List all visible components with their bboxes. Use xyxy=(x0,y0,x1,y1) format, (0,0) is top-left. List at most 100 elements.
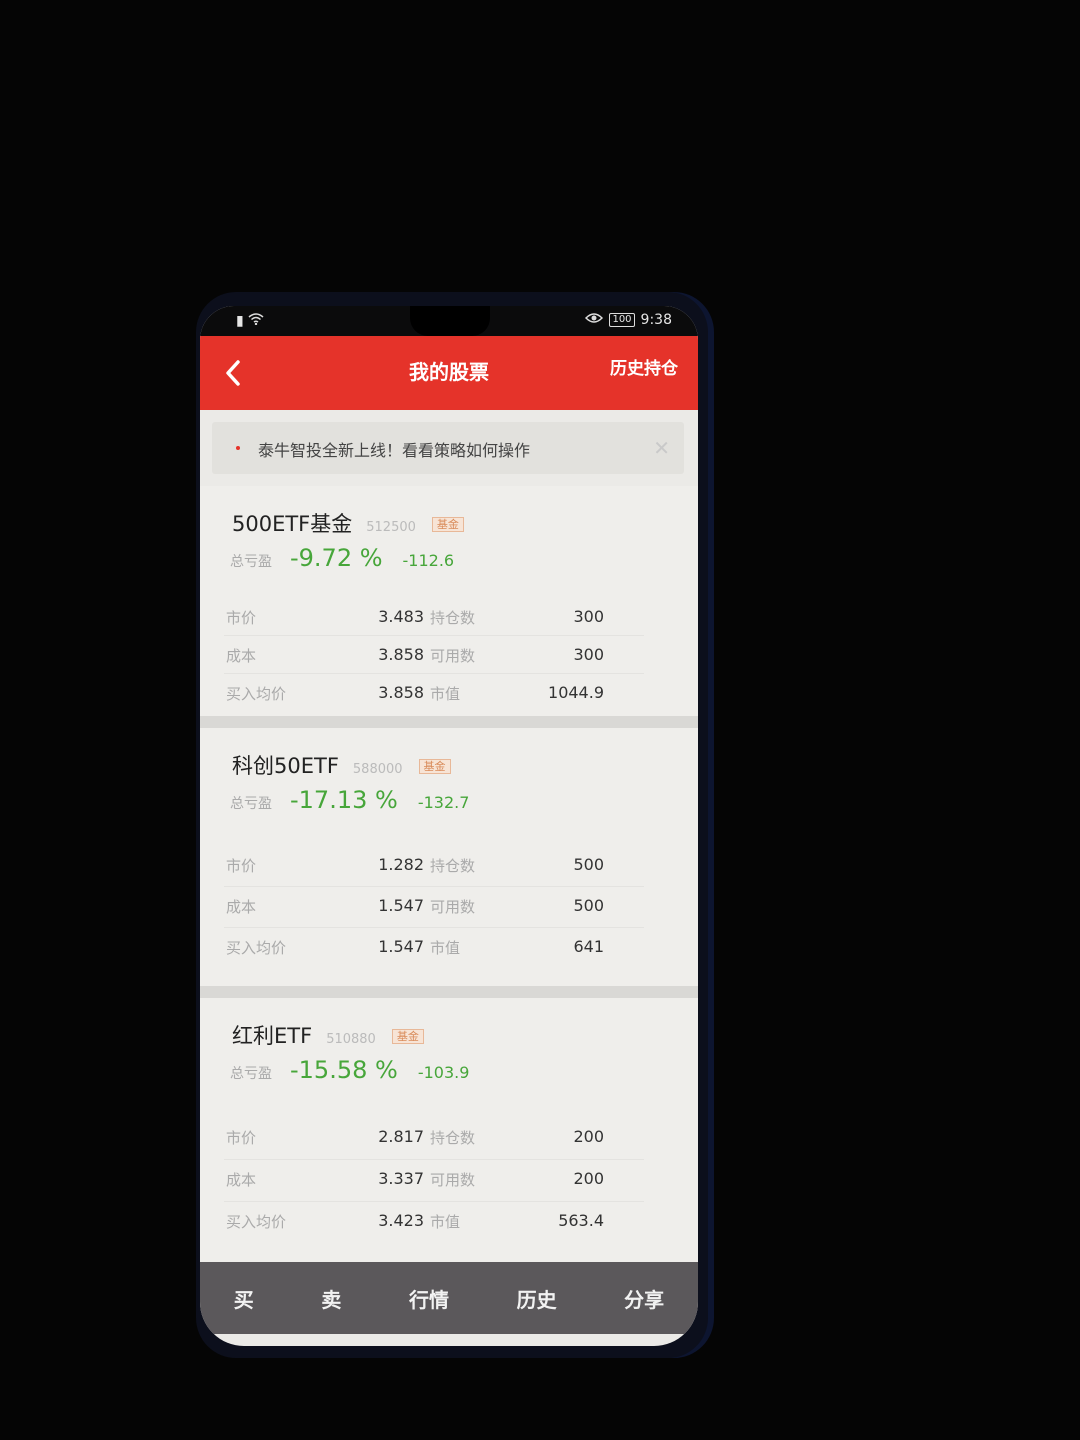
sell-button[interactable]: 卖 xyxy=(313,1278,349,1319)
eye-icon xyxy=(585,312,604,328)
card-separator xyxy=(200,716,698,728)
top-nav-bar: 我的股票 历史持仓 xyxy=(200,336,698,410)
status-bar: ▮ 100 9:38 xyxy=(200,306,698,336)
fund-code: 510880 xyxy=(326,1032,376,1047)
status-left-icons: ▮ xyxy=(236,313,264,329)
holding-label: 持仓数 xyxy=(430,857,476,875)
total-pl-amount: -132.7 xyxy=(417,793,470,812)
total-pl: 总亏盈 -15.58 % -103.9 xyxy=(230,1056,469,1084)
detail-row: 成本 3.337 可用数 200 xyxy=(224,1160,644,1202)
cost-value: 3.858 xyxy=(378,645,424,664)
price-value: 2.817 xyxy=(378,1127,424,1146)
detail-row: 市价 3.483 持仓数 300 xyxy=(224,598,644,636)
buy-button[interactable]: 买 xyxy=(226,1278,262,1319)
bottom-action-bar: 买 卖 行情 历史 分享 xyxy=(200,1262,698,1334)
holding-details: 市价 2.817 持仓数 200 成本 3.337 可用数 200 买入均价 3… xyxy=(224,1118,644,1243)
avg-buy-value: 1.547 xyxy=(378,937,424,956)
cost-label: 成本 xyxy=(226,898,257,916)
holding-label: 持仓数 xyxy=(430,609,476,627)
fund-name-line: 500ETF基金 512500 基金 xyxy=(232,508,464,538)
total-pl-label: 总亏盈 xyxy=(230,1066,272,1082)
total-pl-percent: -17.13 % xyxy=(290,786,398,814)
share-button[interactable]: 分享 xyxy=(616,1278,672,1319)
market-value-value: 1044.9 xyxy=(548,683,604,702)
avg-buy-label: 买入均价 xyxy=(226,685,287,703)
fund-name-line: 科创50ETF 588000 基金 xyxy=(232,750,451,780)
card-separator xyxy=(200,986,698,998)
close-icon[interactable]: ✕ xyxy=(653,436,670,460)
detail-row: 买入均价 3.858 市值 1044.9 xyxy=(224,674,644,711)
available-label: 可用数 xyxy=(430,1171,476,1189)
holding-details: 市价 3.483 持仓数 300 成本 3.858 可用数 300 买入均价 3… xyxy=(224,598,644,711)
fund-code: 588000 xyxy=(352,762,403,777)
holding-value: 500 xyxy=(573,855,604,874)
holding-card[interactable]: 红利ETF 510880 基金 总亏盈 -15.58 % -103.9 市价 2.8… xyxy=(200,998,698,1262)
holding-value: 300 xyxy=(573,607,604,626)
avg-buy-label: 买入均价 xyxy=(226,939,287,957)
notification-icon: ▮ xyxy=(236,313,244,329)
fund-badge: 基金 xyxy=(431,517,464,532)
price-label: 市价 xyxy=(226,609,257,627)
wifi-icon xyxy=(248,313,264,329)
fund-name: 500ETF基金 xyxy=(232,512,353,536)
price-label: 市价 xyxy=(226,1129,257,1147)
phone-frame: ▮ 100 9:38 我的股票 历史持仓 泰牛智投全新上线！看看策略如何操作 ✕… xyxy=(196,292,708,1358)
market-value-label: 市值 xyxy=(430,939,461,957)
total-pl: 总亏盈 -17.13 % -132.7 xyxy=(230,786,469,814)
camera-notch xyxy=(410,306,490,336)
notice-banner[interactable]: 泰牛智投全新上线！看看策略如何操作 ✕ xyxy=(212,422,684,474)
market-button[interactable]: 行情 xyxy=(401,1278,457,1319)
cost-label: 成本 xyxy=(226,1171,257,1189)
app-screen: ▮ 100 9:38 我的股票 历史持仓 泰牛智投全新上线！看看策略如何操作 ✕… xyxy=(200,306,698,1346)
holding-card[interactable]: 500ETF基金 512500 基金 总亏盈 -9.72 % -112.6 市价 3… xyxy=(200,486,698,716)
avg-buy-value: 3.858 xyxy=(378,683,424,702)
status-time: 9:38 xyxy=(640,312,672,328)
available-value: 300 xyxy=(573,645,604,664)
battery-icon: 100 xyxy=(609,313,635,327)
fund-code: 512500 xyxy=(366,520,416,535)
market-value-label: 市值 xyxy=(430,1213,461,1231)
detail-row: 市价 1.282 持仓数 500 xyxy=(224,846,644,887)
notice-text: 泰牛智投全新上线！看看策略如何操作 xyxy=(258,441,531,460)
avg-buy-value: 3.423 xyxy=(378,1211,424,1230)
available-label: 可用数 xyxy=(430,647,476,665)
detail-row: 买入均价 3.423 市值 563.4 xyxy=(224,1202,644,1243)
history-button[interactable]: 历史 xyxy=(509,1278,565,1319)
fund-name: 科创50ETF xyxy=(232,754,339,778)
total-pl-percent: -15.58 % xyxy=(290,1056,398,1084)
available-value: 500 xyxy=(573,896,604,915)
available-value: 200 xyxy=(573,1169,604,1188)
market-value-label: 市值 xyxy=(430,685,461,703)
status-right-icons: 100 9:38 xyxy=(585,312,672,328)
total-pl-amount: -112.6 xyxy=(402,551,455,570)
detail-row: 成本 1.547 可用数 500 xyxy=(224,887,644,928)
cost-value: 1.547 xyxy=(378,896,424,915)
total-pl: 总亏盈 -9.72 % -112.6 xyxy=(230,544,454,572)
fund-name-line: 红利ETF 510880 基金 xyxy=(232,1020,424,1050)
holding-details: 市价 1.282 持仓数 500 成本 1.547 可用数 500 买入均价 1… xyxy=(224,846,644,968)
holding-value: 200 xyxy=(573,1127,604,1146)
fund-name: 红利ETF xyxy=(232,1024,313,1048)
detail-row: 市价 2.817 持仓数 200 xyxy=(224,1118,644,1160)
cost-value: 3.337 xyxy=(378,1169,424,1188)
price-label: 市价 xyxy=(226,857,257,875)
total-pl-percent: -9.72 % xyxy=(290,544,383,572)
avg-buy-label: 买入均价 xyxy=(226,1213,287,1231)
holding-label: 持仓数 xyxy=(430,1129,476,1147)
fund-badge: 基金 xyxy=(391,1029,424,1044)
total-pl-label: 总亏盈 xyxy=(230,554,272,570)
detail-row: 成本 3.858 可用数 300 xyxy=(224,636,644,674)
holding-card[interactable]: 科创50ETF 588000 基金 总亏盈 -17.13 % -132.7 市价 1… xyxy=(200,728,698,986)
total-pl-amount: -103.9 xyxy=(417,1063,470,1082)
cost-label: 成本 xyxy=(226,647,257,665)
market-value-value: 641 xyxy=(573,937,604,956)
fund-badge: 基金 xyxy=(418,759,451,774)
total-pl-label: 总亏盈 xyxy=(230,796,272,812)
available-label: 可用数 xyxy=(430,898,476,916)
price-value: 1.282 xyxy=(378,855,424,874)
detail-row: 买入均价 1.547 市值 641 xyxy=(224,928,644,968)
market-value-value: 563.4 xyxy=(558,1211,604,1230)
notice-dot-icon xyxy=(236,446,240,450)
history-holdings-link[interactable]: 历史持仓 xyxy=(610,354,678,379)
price-value: 3.483 xyxy=(378,607,424,626)
